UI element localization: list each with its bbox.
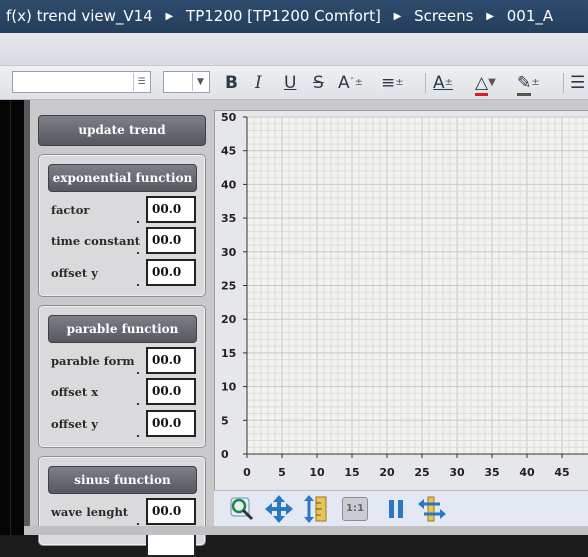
x-tick-label: 0 [243,466,251,479]
line-style-button[interactable]: ☰ [570,72,585,94]
breadcrumb-3[interactable]: 001_A [507,7,553,25]
parable-function-group: parable function parable form 00.0 offse… [38,305,206,448]
time-constant-label: time constant [51,234,141,248]
y-tick-label: 25 [221,280,236,293]
y-tick-label: 15 [221,347,236,360]
y-tick-label: 30 [221,246,237,259]
divider [10,100,12,535]
breadcrumb-separator-icon: ▶ [165,11,174,22]
bold-button[interactable]: B [225,72,238,94]
pan-icon[interactable] [265,495,293,523]
screen-bottom-edge [24,526,588,535]
zoom-icon[interactable] [228,495,256,523]
font-family-select[interactable]: ☰ [12,71,151,93]
font-color-label: A [433,73,445,93]
font-color-button[interactable]: A± [433,72,453,94]
toolbar-divider [425,73,426,93]
trend-view[interactable]: 0 5 10 15 20 25 30 35 40 45 50 0 5 10 15 20 25 30 35 40 45 [214,110,588,490]
parable-form-field[interactable]: 00.0 [146,347,196,374]
font-size-select[interactable]: ▼ [163,71,210,93]
connector-dot [137,284,139,286]
line-style-icon: ☰ [570,73,586,93]
sinus-function-button[interactable]: sinus function [48,466,197,494]
dropdown-arrow-icon: ± [395,77,404,88]
y-tick-label: 20 [221,313,237,326]
offset-y-label: offset y [51,417,98,431]
offset-x-label: offset x [51,385,99,399]
screen-edge [24,100,30,535]
x-tick-label: 40 [519,466,535,479]
format-toolbar: ☰ ▼ B I U S Aˆ± ≡± A± △▼ ✎± ☰ [0,66,588,100]
italic-button[interactable]: I [255,72,262,94]
offset-x-field[interactable]: 00.0 [146,378,196,405]
y-tick-label: 45 [221,145,236,158]
trend-chart[interactable]: 0 5 10 15 20 25 30 35 40 45 50 0 5 10 15 20 25 30 35 40 45 [215,111,588,491]
y-tick-label: 10 [221,381,237,394]
exponential-function-button[interactable]: exponential function [48,164,197,192]
y-tick-label: 0 [221,448,229,461]
exponential-function-group: exponential function factor 00.0 time co… [38,154,206,297]
font-grow-icon: ˆ± [349,77,364,88]
scroll-axis-icon[interactable] [418,495,446,523]
strikethrough-button[interactable]: S [313,72,324,94]
line-color-button[interactable]: ✎± [517,72,540,96]
chevron-down-icon[interactable]: ▼ [192,73,208,91]
connector-dot [137,372,139,374]
underline-button[interactable]: U [284,72,296,94]
y-tick-label: 40 [221,178,237,191]
y-tick-label: 5 [221,414,229,427]
editor-toolstrip [0,33,588,66]
breadcrumb-0[interactable]: f(x) trend view_V14 [6,7,153,25]
x-tick-label: 20 [379,466,395,479]
paint-bucket-icon: △ [475,73,489,96]
left-strip [0,100,24,535]
align-button[interactable]: ≡± [381,72,404,94]
x-tick-label: 10 [309,466,325,479]
align-left-icon: ≡ [381,73,396,93]
breadcrumb-separator-icon: ▶ [393,11,402,22]
breadcrumb-1[interactable]: TP1200 [TP1200 Comfort] [186,7,381,25]
y-tick-label: 35 [221,212,236,225]
wave-length-label: wave lenght [51,505,129,519]
factor-field[interactable]: 00.0 [146,196,196,223]
x-tick-label: 25 [414,466,429,479]
one-to-one-button[interactable]: 1:1 [342,497,368,521]
offset-y-field[interactable]: 00.0 [146,410,196,437]
connector-dot [137,403,139,405]
offset-y-field[interactable]: 00.0 [146,259,196,286]
x-tick-label: 45 [554,466,569,479]
factor-label: factor [51,203,90,217]
parable-function-button[interactable]: parable function [48,315,197,343]
dropdown-arrow-icon: ± [531,77,540,88]
y-tick-label: 50 [221,111,237,124]
time-constant-field[interactable]: 00.0 [146,227,196,254]
x-tick-label: 30 [449,466,465,479]
pen-icon: ✎ [517,73,532,96]
x-tick-label: 5 [278,466,286,479]
dropdown-arrow-icon: ▼ [488,77,496,88]
offset-y-label: offset y [51,266,98,280]
toolbar-divider [563,73,564,93]
x-tick-label: 15 [344,466,359,479]
connector-dot [137,252,139,254]
parable-form-label: parable form [51,354,135,368]
font-grow-label: A [338,73,350,93]
fill-color-button[interactable]: △▼ [475,72,496,96]
connector-dot [137,221,139,223]
window-titlebar: f(x) trend view_V14 ▶ TP1200 [TP1200 Com… [0,0,588,33]
trend-toolbar: 1:1 [214,490,588,526]
breadcrumb-2[interactable]: Screens [414,7,473,25]
wave-length-field[interactable]: 00.0 [146,498,196,525]
update-trend-button[interactable]: update trend [38,115,206,146]
breadcrumb-separator-icon: ▶ [486,11,494,22]
pause-icon[interactable] [382,495,410,523]
connector-dot [137,523,139,525]
connector-dot [137,435,139,437]
list-icon[interactable]: ☰ [133,73,149,91]
x-tick-label: 35 [484,466,499,479]
font-grow-button[interactable]: Aˆ± [338,72,363,94]
ruler-icon[interactable] [302,495,330,523]
dropdown-arrow-icon: ± [444,77,454,88]
